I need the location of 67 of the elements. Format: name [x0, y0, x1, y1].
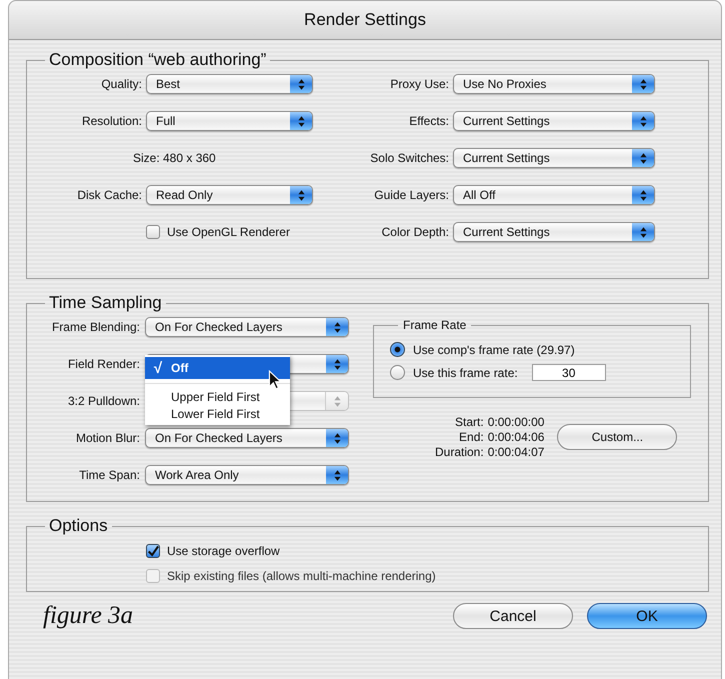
field-label: Field Render:: [66, 357, 140, 371]
checkbox[interactable]: [146, 544, 160, 558]
radio-button[interactable]: [390, 365, 405, 380]
time-value: 0:00:00:00: [488, 415, 544, 429]
field-label: Disk Cache:: [76, 188, 142, 202]
cancel-button[interactable]: Cancel: [453, 603, 573, 629]
field-label: Color Depth:: [380, 225, 449, 239]
popup-menu[interactable]: Read Only: [146, 185, 313, 205]
field-label: Effects:: [408, 114, 449, 128]
up-down-arrows-icon: [334, 322, 340, 332]
field-label: Solo Switches:: [369, 151, 449, 165]
menu-item[interactable]: Upper Field First: [145, 388, 290, 405]
up-down-arrows-icon: [640, 152, 646, 164]
up-down-arrows-icon: [640, 78, 646, 90]
frame-rate-field[interactable]: 30: [532, 364, 606, 381]
checkbox-label: Use OpenGL Renderer: [167, 225, 290, 239]
up-down-arrows-icon: [334, 358, 340, 370]
popup-menu[interactable]: Use No Proxies: [453, 74, 655, 94]
time-label: Start:: [454, 415, 484, 429]
checkbox[interactable]: [146, 225, 160, 239]
popup-menu[interactable]: All Off: [453, 185, 655, 205]
time-value: 0:00:04:06: [488, 430, 544, 444]
group-title: Time Sampling: [48, 293, 163, 313]
field-label: Resolution:: [80, 114, 142, 128]
field-label: Time Span:: [78, 468, 140, 482]
menu-item[interactable]: √ Off: [145, 357, 290, 379]
group-title: Composition “web authoring”: [48, 50, 268, 70]
field-label: Motion Blur:: [74, 431, 140, 445]
custom-button[interactable]: Custom...: [557, 424, 678, 450]
radio-label: Use comp's frame rate (29.97): [413, 342, 575, 356]
up-down-arrows-icon: [640, 190, 646, 200]
window-title: Render Settings: [304, 10, 426, 30]
popup-menu[interactable]: Current Settings: [453, 148, 655, 168]
field-label: 3:2 Pulldown:: [66, 394, 140, 408]
field-label: Guide Layers:: [373, 188, 449, 202]
radio-button[interactable]: [390, 342, 405, 357]
field-label: Proxy Use:: [389, 77, 449, 91]
time-label: Duration:: [435, 445, 484, 459]
up-down-arrows-icon: [640, 116, 646, 126]
up-down-arrows-icon: [334, 432, 340, 444]
up-down-arrows-icon: [298, 190, 304, 200]
popup-menu[interactable]: On For Checked Layers: [145, 317, 349, 337]
time-value: 0:00:04:07: [488, 445, 544, 459]
group-title: Frame Rate: [402, 318, 468, 332]
popup-menu[interactable]: Current Settings: [453, 222, 655, 242]
field-label: Frame Blending:: [50, 320, 140, 334]
menu-item[interactable]: Lower Field First: [145, 405, 290, 422]
checkbox-label: Skip existing files (allows multi-machine rendering): [167, 569, 436, 583]
up-down-arrows-icon: [334, 470, 340, 480]
popup-menu[interactable]: Work Area Only: [145, 465, 349, 485]
popup-menu[interactable]: Full: [146, 111, 313, 131]
popup-menu[interactable]: Best: [146, 74, 313, 94]
radio-label: Use this frame rate:: [413, 366, 518, 380]
cursor-arrow-icon: [268, 370, 282, 390]
group-title: Options: [48, 516, 109, 536]
ok-button[interactable]: OK: [587, 603, 707, 629]
figure-caption: figure 3a: [43, 602, 134, 630]
popup-menu[interactable]: Current Settings: [453, 111, 655, 131]
up-down-arrows-icon: [298, 78, 304, 90]
field-label: Quality:: [100, 77, 142, 91]
time-label: End:: [458, 430, 484, 444]
checkbox-label: Use storage overflow: [167, 544, 280, 558]
size-text: Size: 480 x 360: [132, 151, 217, 165]
up-down-arrows-icon: [640, 226, 646, 238]
up-down-arrows-icon: [298, 116, 304, 126]
popup-menu[interactable]: On For Checked Layers: [145, 428, 349, 448]
up-down-arrows-icon: [334, 396, 340, 406]
